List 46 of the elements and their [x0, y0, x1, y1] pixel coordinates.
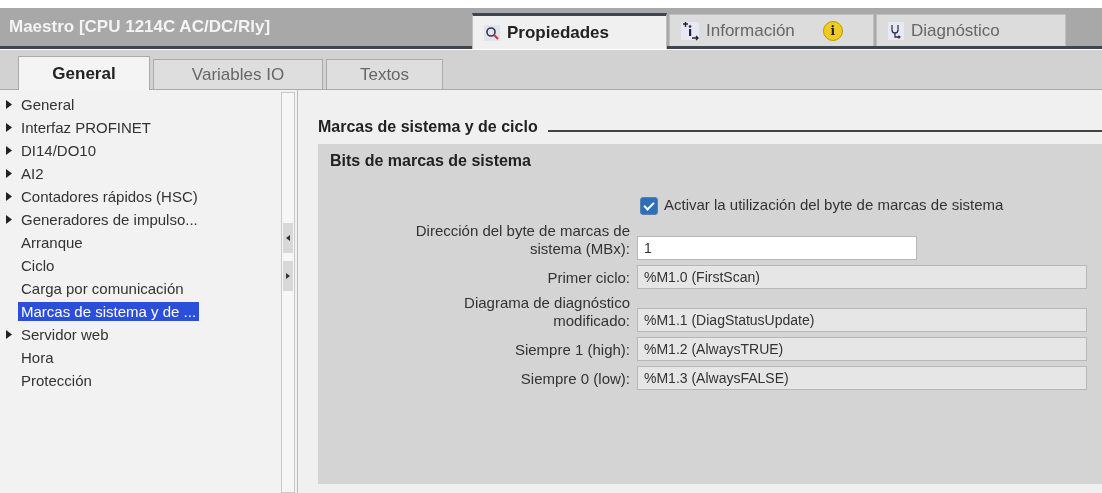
sidebar-item[interactable]: Contadores rápidos (HSC) [18, 187, 201, 206]
sidebar-item[interactable]: Ciclo [18, 256, 58, 275]
expand-arrow-icon[interactable] [6, 330, 12, 339]
readonly-field: %M1.2 (AlwaysTRUE) [637, 337, 1087, 361]
tab[interactable]: General [18, 56, 150, 90]
sidebar-item[interactable]: General [18, 95, 78, 114]
sidebar-item[interactable]: Servidor web [18, 325, 112, 344]
window-title: Maestro [CPU 1214C AC/DC/Rly] [8, 17, 272, 38]
sidebar-item[interactable]: Hora [18, 348, 57, 367]
expand-arrow-icon[interactable] [6, 169, 12, 178]
expand-arrow-icon[interactable] [6, 192, 12, 201]
field-label: Diagrama de diagnóstico modificado: [463, 294, 630, 331]
readonly-field: %M1.1 (DiagStatusUpdate) [637, 308, 1087, 332]
sidebar-item[interactable]: Generadores de impulso... [18, 210, 201, 229]
sidebar-item[interactable]: Interfaz PROFINET [18, 118, 155, 137]
expand-arrow-icon[interactable] [6, 100, 12, 109]
group-title: Bits de marcas de sistema [330, 152, 532, 170]
field-label: Siempre 0 (low): [519, 370, 630, 389]
info-arrows-icon [680, 20, 700, 41]
field-label: Primer ciclo: [546, 269, 630, 288]
readonly-field: %M1.3 (AlwaysFALSE) [637, 366, 1087, 390]
sidebar-item[interactable]: AI2 [18, 164, 47, 183]
expand-arrow-icon[interactable] [6, 215, 12, 224]
checkbox[interactable] [640, 197, 658, 215]
input-field[interactable]: 1 [637, 236, 917, 260]
expand-arrow-icon[interactable] [6, 146, 12, 155]
sidebar-item[interactable]: Marcas de sistema y de ... [18, 302, 200, 321]
field-label: Dirección del byte de marcas de sistema (MBx): [414, 222, 630, 259]
info-badge: i [822, 20, 843, 41]
sidebar-item[interactable]: Protección [18, 371, 95, 390]
inspector-tab[interactable]: Propiedades [472, 13, 667, 49]
sidebar-item[interactable]: Arranque [18, 233, 86, 252]
tab[interactable]: Textos [326, 59, 443, 89]
inspector-tab[interactable]: Diagnóstico [876, 14, 1066, 46]
diagnostics-icon [887, 20, 905, 41]
expand-arrow-icon[interactable] [6, 123, 12, 132]
search-icon [483, 23, 501, 42]
tab[interactable]: Variables IO [153, 59, 323, 89]
inspector-tab[interactable]: Información i [669, 14, 874, 46]
sidebar-item[interactable]: DI14/DO10 [18, 141, 100, 160]
field-label: Siempre 1 (high): [513, 341, 630, 360]
scrollbar[interactable] [281, 92, 295, 493]
section-title: Marcas de sistema y de ciclo [318, 118, 538, 136]
sidebar-item[interactable]: Carga por comunicación [18, 279, 187, 298]
readonly-field: %M1.0 (FirstScan) [637, 265, 1087, 289]
checkbox-label: Activar la utilización del byte de marcas de sistema [664, 196, 1004, 213]
